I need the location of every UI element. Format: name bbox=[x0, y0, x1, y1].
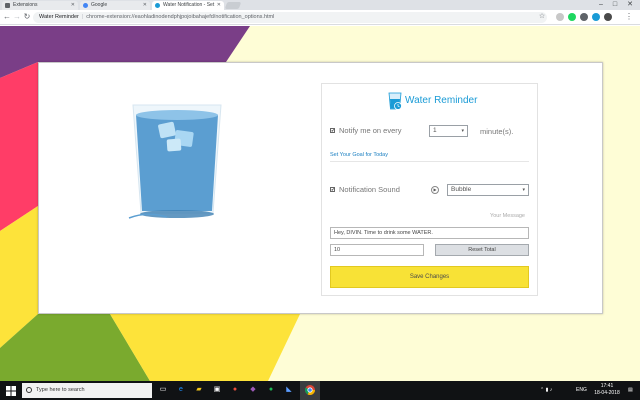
set-goal-link[interactable]: Set Your Goal for Today bbox=[330, 152, 388, 158]
sound-checkbox[interactable]: ✔ bbox=[330, 187, 335, 192]
reset-total-button[interactable]: Reset Total bbox=[435, 244, 529, 256]
new-tab-button[interactable] bbox=[224, 2, 242, 9]
save-changes-button[interactable]: Save Changes bbox=[330, 266, 529, 288]
water-favicon-icon bbox=[155, 3, 160, 8]
tab-close-icon[interactable]: ✕ bbox=[71, 1, 75, 10]
water-glass-illustration bbox=[128, 104, 222, 219]
extension-icon[interactable] bbox=[556, 13, 564, 21]
chevron-down-icon: ▾ bbox=[522, 187, 525, 193]
edge-icon[interactable]: e bbox=[176, 385, 186, 395]
divider bbox=[330, 161, 529, 162]
minimize-icon[interactable]: – bbox=[596, 0, 606, 9]
tab-title: Water Notification - Set bbox=[163, 2, 215, 8]
message-label: Your Message bbox=[490, 213, 525, 219]
maximize-icon[interactable]: □ bbox=[610, 0, 620, 9]
reload-icon[interactable]: ↻ bbox=[22, 12, 32, 22]
app-icon[interactable]: ◆ bbox=[248, 385, 258, 395]
search-icon bbox=[26, 387, 32, 393]
google-favicon-icon bbox=[83, 3, 88, 8]
task-view-icon[interactable]: ▭ bbox=[158, 385, 168, 395]
options-panel: Water Reminder ✔ Notify me on every 1 ▾ … bbox=[321, 83, 538, 296]
bookmark-star-icon[interactable]: ☆ bbox=[537, 12, 547, 22]
chrome-menu-icon[interactable]: ⋮ bbox=[624, 12, 634, 22]
site-name: Water Reminder bbox=[39, 14, 79, 20]
file-explorer-icon[interactable]: ▰ bbox=[194, 385, 204, 395]
back-arrow-icon[interactable]: ← bbox=[2, 12, 12, 22]
message-input[interactable]: Hey, DIVIN. Time to drink some WATER. bbox=[330, 227, 529, 239]
interval-unit: minute(s). bbox=[480, 127, 514, 136]
app-icon[interactable]: ● bbox=[230, 385, 240, 395]
tab-close-icon[interactable]: ✕ bbox=[143, 1, 147, 10]
sound-select[interactable]: Bubble ▾ bbox=[447, 184, 529, 196]
store-icon[interactable]: ▣ bbox=[212, 385, 222, 395]
chrome-icon bbox=[305, 385, 315, 395]
app-title: Water Reminder bbox=[405, 95, 478, 106]
sound-label: Notification Sound bbox=[339, 185, 400, 194]
tab-google[interactable]: Google ✕ bbox=[80, 1, 150, 10]
window-close-icon[interactable]: ✕ bbox=[625, 0, 635, 9]
tab-title: Extensions bbox=[13, 2, 38, 8]
notification-center-icon[interactable]: ▤ bbox=[628, 381, 633, 400]
spotify-icon[interactable]: ● bbox=[266, 385, 276, 395]
visual-studio-icon[interactable]: ◣ bbox=[284, 385, 294, 395]
goal-input[interactable]: 10 bbox=[330, 244, 424, 256]
clock[interactable]: 17:41 18-04-2018 bbox=[592, 383, 622, 397]
address-bar[interactable]: Water Reminder | chrome-extension://eaohla… bbox=[33, 12, 547, 23]
windows-start-icon[interactable] bbox=[6, 386, 16, 396]
extension-icon[interactable] bbox=[580, 13, 588, 21]
tab-extensions[interactable]: Extensions ✕ bbox=[2, 1, 78, 10]
page-background: Water Reminder ✔ Notify me on every 1 ▾ … bbox=[0, 26, 640, 381]
extension-icon[interactable] bbox=[604, 13, 612, 21]
chevron-down-icon: ▾ bbox=[461, 128, 464, 134]
search-placeholder: Type here to search bbox=[36, 387, 85, 393]
spotify-extension-icon[interactable] bbox=[568, 13, 576, 21]
clock-date: 18-04-2018 bbox=[594, 390, 620, 396]
options-card: Water Reminder ✔ Notify me on every 1 ▾ … bbox=[38, 62, 603, 314]
water-extension-icon[interactable] bbox=[592, 13, 600, 21]
taskbar-search-input[interactable]: Type here to search bbox=[22, 383, 152, 398]
play-sound-icon[interactable]: ▶ bbox=[431, 186, 439, 194]
chrome-taskbar-button[interactable] bbox=[300, 381, 320, 400]
system-tray-icons[interactable]: ⌃ ▮ ♪ bbox=[540, 381, 552, 400]
forward-arrow-icon[interactable]: → bbox=[12, 12, 22, 22]
tab-close-icon[interactable]: ✕ bbox=[217, 1, 221, 10]
taskbar: Type here to search ▭ e ▰ ▣ ● ◆ ● ◣ ⌃ ▮ … bbox=[0, 381, 640, 400]
extensions-favicon-icon bbox=[5, 3, 10, 8]
browser-toolbar: ← → ↻ Water Reminder | chrome-extension://… bbox=[0, 10, 640, 25]
clock-time: 17:41 bbox=[600, 383, 614, 389]
interval-value: 1 bbox=[433, 127, 437, 134]
sound-value: Bubble bbox=[451, 186, 472, 193]
water-glass-logo-icon bbox=[388, 92, 402, 110]
url-text: chrome-extension://eaohladinodendphjpojo… bbox=[86, 14, 275, 20]
notify-label: Notify me on every bbox=[339, 126, 402, 135]
language-indicator[interactable]: ENG bbox=[576, 381, 587, 400]
interval-select[interactable]: 1 ▾ bbox=[429, 125, 468, 137]
notify-checkbox[interactable]: ✔ bbox=[330, 128, 335, 133]
tab-strip: Extensions ✕ Google ✕ Water Notification… bbox=[0, 0, 640, 10]
tab-water-notification[interactable]: Water Notification - Set ✕ bbox=[152, 1, 224, 10]
tab-title: Google bbox=[91, 2, 108, 8]
